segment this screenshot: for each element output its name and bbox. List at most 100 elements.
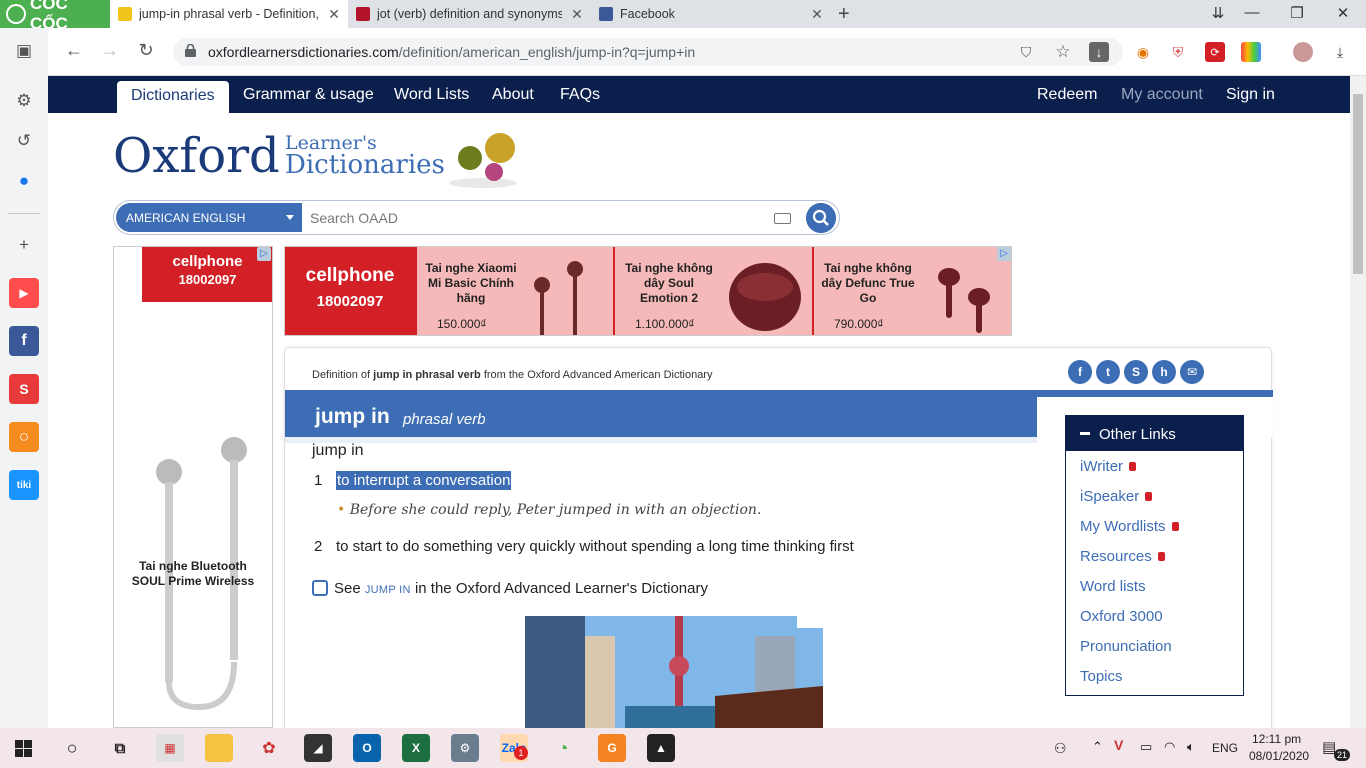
settings-icon[interactable]: ⚙ (9, 86, 39, 116)
downloads-icon[interactable]: ⤓ (1330, 42, 1350, 62)
close-tab-icon[interactable]: ✕ (809, 6, 825, 23)
tab-search-icon[interactable]: ⇊ (1203, 4, 1233, 22)
nav-dictionaries[interactable]: Dictionaries (117, 81, 229, 113)
banner-item[interactable]: Tai nghe không dây Soul Emotion 2 1.100.… (613, 247, 812, 335)
chevron-up-icon[interactable]: ⌃ (1092, 739, 1103, 755)
bookmark-star-icon[interactable]: ☆ (1053, 42, 1073, 62)
nav-faqs[interactable]: FAQs (560, 86, 600, 104)
page-scrollbar[interactable] (1350, 76, 1366, 728)
reload-button[interactable]: ↻ (134, 40, 158, 61)
extension-red-icon[interactable]: ⟳ (1205, 42, 1225, 62)
coccoc-brand[interactable]: CỐC CỐC (0, 0, 110, 33)
windows-start-icon[interactable] (15, 740, 32, 757)
tab-jot[interactable]: jot (verb) definition and synonyms ✕ (348, 0, 591, 28)
photos-icon[interactable]: ▲ (647, 734, 675, 762)
nav-word-lists[interactable]: Word Lists (394, 86, 469, 104)
ad-info-icon[interactable]: ▷ (257, 247, 271, 261)
shield-icon[interactable]: ⛉ (1016, 42, 1036, 62)
facebook-icon[interactable]: f (9, 326, 39, 356)
chevron-down-icon (286, 215, 294, 220)
paint-app-icon[interactable]: ✿ (255, 734, 283, 762)
facebook-share-icon[interactable]: f (1068, 360, 1092, 384)
new-tab-button[interactable]: + (838, 3, 850, 26)
youtube-icon[interactable]: ▶ (9, 278, 39, 308)
close-window-button[interactable]: ✕ (1328, 4, 1358, 22)
app-grid-icon[interactable]: ▦ (156, 734, 184, 762)
task-view-icon[interactable]: ⧉ (106, 734, 134, 762)
email-share-icon[interactable]: ✉ (1180, 360, 1204, 384)
minimize-button[interactable]: — (1237, 4, 1267, 21)
sense-definition-selected[interactable]: to interrupt a conversation (336, 471, 512, 490)
extension-shield-icon[interactable]: ⛨ (1168, 42, 1188, 62)
volume-icon[interactable]: 🔈︎ (1187, 739, 1195, 755)
forward-button[interactable]: → (98, 40, 122, 61)
back-button[interactable]: ← (62, 40, 86, 61)
wifi-icon[interactable]: ◠ (1164, 739, 1175, 755)
search-icon[interactable]: ○ (58, 734, 86, 762)
nav-about[interactable]: About (492, 86, 534, 104)
nav-grammar-usage[interactable]: Grammar & usage (243, 86, 374, 104)
search-button[interactable] (806, 203, 836, 233)
link-oxford-3000[interactable]: Oxford 3000 (1080, 608, 1163, 625)
link-ispeaker[interactable]: iSpeaker (1080, 488, 1153, 505)
close-tab-icon[interactable]: ✕ (326, 6, 342, 23)
profile-avatar[interactable] (1293, 42, 1313, 62)
tiki-icon[interactable]: tiki (9, 470, 39, 500)
scrollbar-thumb[interactable] (1353, 94, 1363, 274)
link-resources[interactable]: Resources (1080, 548, 1165, 565)
coccoc-taskbar-icon[interactable]: ◔ (549, 734, 577, 762)
hi5-share-icon[interactable]: h (1152, 360, 1176, 384)
twitter-share-icon[interactable]: t (1096, 360, 1120, 384)
people-icon[interactable]: ⚇ (1054, 740, 1067, 757)
clock-date[interactable]: 08/01/2020 (1249, 749, 1309, 763)
file-explorer-icon[interactable] (205, 734, 233, 762)
banner-item[interactable]: Tai nghe không dây Defunc True Go 790.00… (812, 247, 1011, 335)
close-tab-icon[interactable]: ✕ (569, 6, 585, 23)
foxit-pdf-icon[interactable]: G (598, 734, 626, 762)
other-links-header[interactable]: Other Links (1066, 416, 1243, 451)
search-input[interactable]: Search OAAD (310, 210, 398, 226)
messenger-icon[interactable]: ● (9, 166, 39, 196)
see-also-link[interactable]: See JUMP IN in the Oxford Advanced Learn… (312, 580, 708, 597)
city-ad-image[interactable] (525, 616, 823, 728)
nav-my-account[interactable]: My account (1121, 86, 1203, 104)
extension-grid-icon[interactable] (1241, 42, 1261, 62)
language-indicator[interactable]: ENG (1212, 741, 1238, 755)
clock-time[interactable]: 12:11 pm (1252, 732, 1301, 746)
see-word[interactable]: JUMP IN (365, 584, 411, 596)
nav-redeem[interactable]: Redeem (1037, 86, 1097, 104)
maximize-button[interactable]: ❐ (1282, 4, 1312, 22)
keyboard-icon[interactable] (774, 213, 791, 224)
shopee-icon[interactable]: S (9, 374, 39, 404)
excel-icon[interactable]: X (402, 734, 430, 762)
sidebar-toggle-icon[interactable]: ▣ (9, 36, 39, 66)
dialect-select[interactable]: AMERICAN ENGLISH (116, 203, 302, 232)
link-iwriter[interactable]: iWriter (1080, 458, 1137, 475)
download-save-icon[interactable]: ↓ (1089, 42, 1109, 62)
ad-info-icon[interactable]: ▷ (997, 247, 1011, 261)
banner-brand-block: cellphone 18002097 (285, 247, 415, 335)
link-my-wordlists[interactable]: My Wordlists (1080, 518, 1179, 535)
extension-chrome-icon[interactable]: ◉ (1133, 42, 1153, 62)
link-word-lists[interactable]: Word lists (1080, 578, 1146, 595)
site-top-nav: Dictionaries Grammar & usage Word Lists … (48, 76, 1350, 113)
crumb-prefix: Definition of (312, 369, 371, 381)
search-app-icon[interactable]: ○ (9, 422, 39, 452)
sticky-notes-icon[interactable]: ◢ (304, 734, 332, 762)
battery-icon[interactable]: ▭ (1140, 739, 1152, 755)
unikey-icon[interactable]: V (1114, 737, 1123, 753)
left-ad[interactable]: cellphone 18002097 ▷ Tai nghe Bluetooth … (113, 246, 273, 728)
outlook-icon[interactable]: O (353, 734, 381, 762)
nav-sign-in[interactable]: Sign in (1226, 86, 1275, 104)
stumbleupon-share-icon[interactable]: S (1124, 360, 1148, 384)
history-icon[interactable]: ↺ (9, 126, 39, 156)
banner-item[interactable]: Tai nghe Xiaomi Mi Basic Chính hãng 150.… (415, 247, 613, 335)
banner-ad[interactable]: cellphone 18002097 Tai nghe Xiaomi Mi Ba… (284, 246, 1012, 336)
tab-jump-in[interactable]: jump-in phrasal verb - Definition, p ✕ (110, 0, 348, 28)
tab-facebook[interactable]: Facebook ✕ (591, 0, 831, 28)
link-topics[interactable]: Topics (1080, 668, 1123, 685)
app-icon[interactable]: ⚙ (451, 734, 479, 762)
url-field[interactable]: oxfordlearnersdictionaries.com/definitio… (173, 38, 1123, 66)
add-app-icon[interactable]: + (9, 230, 39, 260)
link-pronunciation[interactable]: Pronunciation (1080, 638, 1172, 655)
